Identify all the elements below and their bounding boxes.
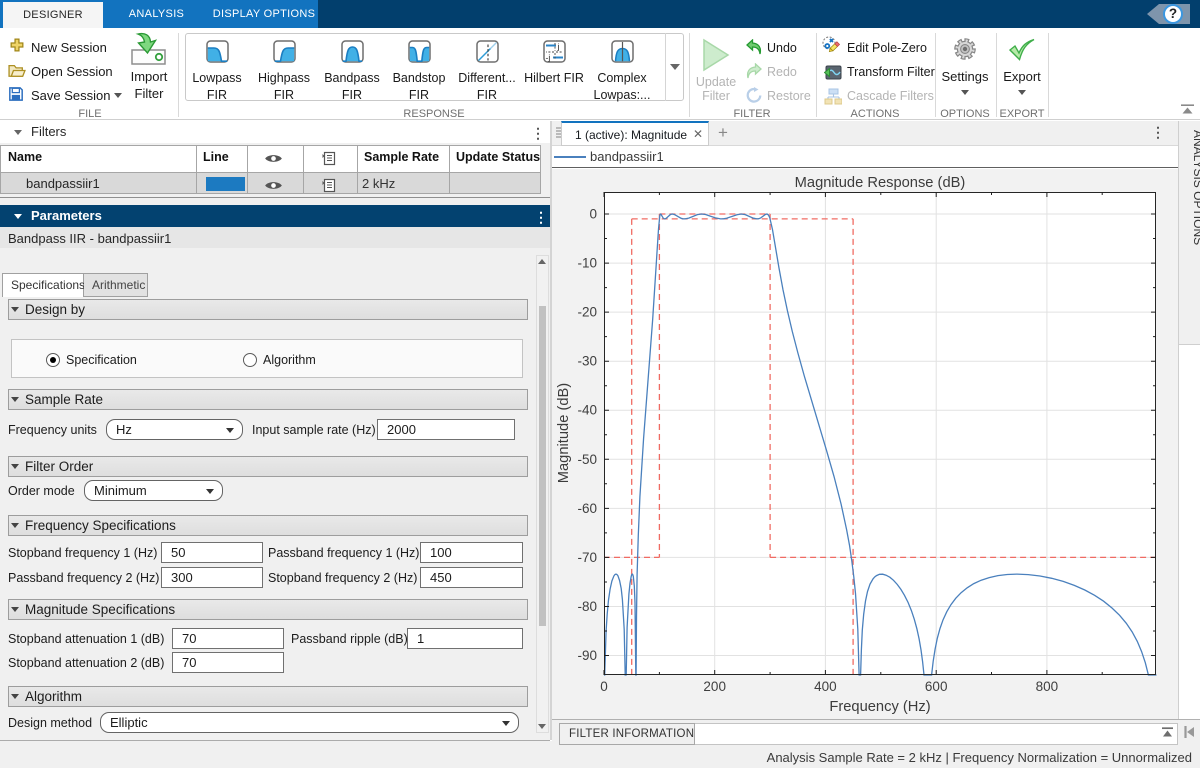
svg-text:Frequency (Hz): Frequency (Hz) [829,699,930,715]
svg-text:Magnitude Response (dB): Magnitude Response (dB) [795,175,966,191]
svg-text:400: 400 [814,679,837,694]
svg-text:j: j [556,42,559,52]
svg-text:-60: -60 [577,501,597,516]
svg-text:200: 200 [703,679,726,694]
svg-text:-j: -j [545,53,550,63]
svg-text:-20: -20 [577,305,597,320]
svg-text:0: 0 [600,679,608,694]
svg-text:-70: -70 [577,550,597,565]
svg-text:600: 600 [925,679,948,694]
svg-text:800: 800 [1036,679,1059,694]
svg-text:-10: -10 [577,256,597,271]
svg-text:Magnitude (dB): Magnitude (dB) [556,383,572,483]
svg-text:-50: -50 [577,452,597,467]
svg-text:-90: -90 [577,648,597,663]
svg-text:-30: -30 [577,354,597,369]
svg-text:-80: -80 [577,599,597,614]
svg-text:0: 0 [589,207,597,222]
svg-text:ANALYSIS OPTIONS: ANALYSIS OPTIONS [1191,130,1200,245]
svg-text:-40: -40 [577,403,597,418]
